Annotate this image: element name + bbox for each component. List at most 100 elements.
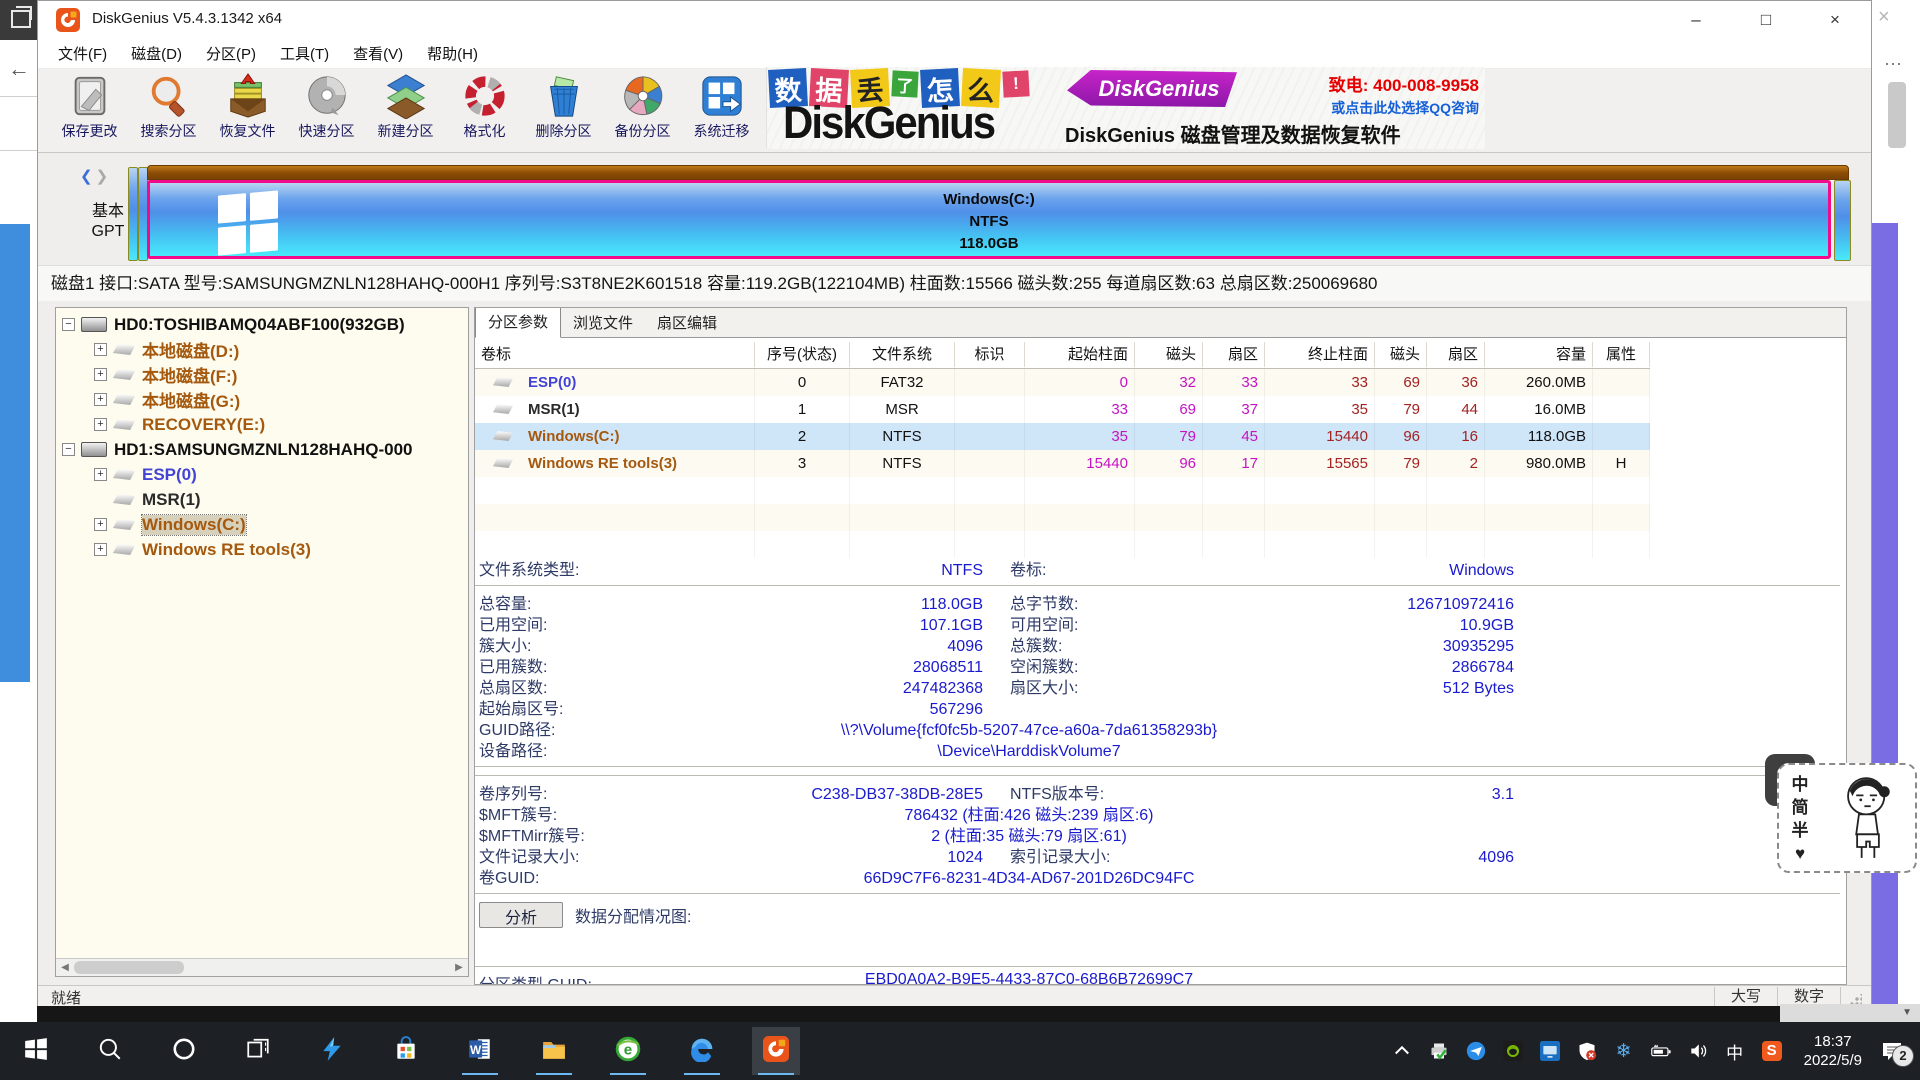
scroll-right-icon[interactable]: ▶ <box>450 959 468 976</box>
scrollbar-thumb[interactable] <box>74 961 184 974</box>
expand-icon[interactable]: + <box>94 343 107 356</box>
taskbar-edge[interactable] <box>678 1027 726 1075</box>
menu-item-5[interactable]: 帮助(H) <box>427 43 478 64</box>
tree-item[interactable]: MSR(1) <box>56 487 468 512</box>
tree-item[interactable]: − HD0:TOSHIBAMQ04ABF100(932GB) <box>56 312 468 337</box>
tray-chevron-icon[interactable] <box>1391 1040 1413 1062</box>
expand-icon[interactable]: + <box>94 393 107 406</box>
column-header[interactable]: 卷标 <box>475 342 755 367</box>
toolbar-new-partition-button[interactable]: 新建分区 <box>366 69 445 149</box>
nvidia-icon[interactable] <box>1502 1040 1524 1062</box>
taskbar-browser-360[interactable]: e <box>604 1027 652 1075</box>
toolbar-save-changes-button[interactable]: 保存更改 <box>50 69 129 149</box>
scrollbar-track[interactable] <box>74 959 450 977</box>
taskbar-cortana[interactable] <box>160 1027 208 1075</box>
partition-block-windows-re[interactable] <box>1834 180 1851 261</box>
toolbar-recover-files-button[interactable]: 恢复文件 <box>208 69 287 149</box>
toolbar-backup-partition-button[interactable]: 备份分区 <box>603 69 682 149</box>
column-header[interactable]: 起始柱面 <box>1025 342 1135 367</box>
background-scrollbar-thumb[interactable] <box>1888 82 1906 148</box>
tree-item[interactable]: + 本地磁盘(D:) <box>56 337 468 362</box>
table-row[interactable]: ESP(0)0FAT3203233336936260.0MB <box>475 369 1650 396</box>
ime-mode-label[interactable]: 中 <box>1792 773 1809 796</box>
column-header[interactable]: 序号(状态) <box>755 342 850 367</box>
tree-item[interactable]: + Windows RE tools(3) <box>56 537 468 562</box>
column-header[interactable]: 属性 <box>1593 342 1650 367</box>
volume-name-cell[interactable]: Windows(C:) <box>475 423 755 450</box>
ime-language-indicator[interactable]: 中 <box>1724 1040 1746 1062</box>
table-row[interactable]: MSR(1)1MSR33693735794416.0MB <box>475 396 1650 423</box>
security-shield-icon[interactable] <box>1576 1040 1598 1062</box>
tab-1[interactable]: 浏览文件 <box>561 311 645 337</box>
menu-item-4[interactable]: 查看(V) <box>353 43 403 64</box>
ime-mode-label[interactable]: 简 <box>1792 796 1809 819</box>
ime-floating-widget[interactable]: 中简半♥ <box>1777 760 1919 875</box>
column-header[interactable]: 磁头 <box>1375 342 1427 367</box>
table-row[interactable]: Windows(C:)2NTFS357945154409616118.0GB <box>475 423 1650 450</box>
close-button[interactable]: × <box>1813 5 1857 35</box>
taskbar-flash-app[interactable] <box>308 1027 356 1075</box>
volume-name-cell[interactable]: MSR(1) <box>475 396 755 423</box>
volume-icon[interactable] <box>1687 1040 1709 1062</box>
analyze-button[interactable]: 分析 <box>479 902 563 928</box>
toolbar-search-partition-button[interactable]: 搜索分区 <box>129 69 208 149</box>
volume-name-cell[interactable]: ESP(0) <box>475 369 755 396</box>
expand-icon[interactable]: + <box>94 468 107 481</box>
taskbar-word[interactable]: W <box>456 1027 504 1075</box>
snowflake-icon[interactable]: ❄ <box>1613 1040 1635 1062</box>
taskbar-file-explorer[interactable] <box>530 1027 578 1075</box>
tree-horizontal-scrollbar[interactable]: ◀ ▶ <box>56 958 468 977</box>
printer-icon[interactable] <box>1428 1040 1450 1062</box>
volume-name-cell[interactable]: Windows RE tools(3) <box>475 450 755 477</box>
tree-item[interactable]: + RECOVERY(E:) <box>56 412 468 437</box>
column-header[interactable]: 扇区 <box>1203 342 1265 367</box>
banner-qq-link[interactable]: 或点击此处选择QQ咨询 <box>1287 98 1479 118</box>
ime-mode-label[interactable]: 半 <box>1792 819 1809 842</box>
table-row[interactable]: Windows RE tools(3)3NTFS1544096171556579… <box>475 450 1650 477</box>
column-header[interactable]: 扇区 <box>1427 342 1485 367</box>
taskbar-clock[interactable]: 18:37 2022/5/9 <box>1804 1032 1862 1070</box>
tree-item[interactable]: + 本地磁盘(G:) <box>56 387 468 412</box>
tab-0[interactable]: 分区参数 <box>475 307 561 338</box>
column-header[interactable]: 磁头 <box>1135 342 1203 367</box>
expand-icon[interactable]: + <box>94 418 107 431</box>
ime-mode-label[interactable]: ♥ <box>1795 842 1805 865</box>
tree-item[interactable]: + ESP(0) <box>56 462 468 487</box>
collapse-icon[interactable]: − <box>62 318 75 331</box>
toolbar-quick-partition-button[interactable]: 快速分区 <box>287 69 366 149</box>
column-header[interactable]: 容量 <box>1485 342 1593 367</box>
expand-icon[interactable]: + <box>94 518 107 531</box>
expand-icon[interactable]: + <box>94 368 107 381</box>
column-header[interactable]: 文件系统 <box>850 342 955 367</box>
expand-icon[interactable]: + <box>94 543 107 556</box>
next-disk-icon[interactable]: ❯ <box>96 168 109 185</box>
toolbar-format-button[interactable]: 格式化 <box>445 69 524 149</box>
taskbar-store[interactable] <box>382 1027 430 1075</box>
intel-graphics-icon[interactable] <box>1539 1040 1561 1062</box>
battery-icon[interactable] <box>1650 1040 1672 1062</box>
taskbar-search[interactable] <box>86 1027 134 1075</box>
collapse-icon[interactable]: − <box>62 443 75 456</box>
disk-nav-arrows[interactable]: ❮❯ <box>80 167 108 185</box>
taskbar-start-button[interactable] <box>12 1027 60 1075</box>
taskbar-diskgenius[interactable] <box>752 1027 800 1075</box>
ad-banner[interactable]: 数据丢了怎么! DiskGenius DiskGenius 致电: 400-00… <box>766 67 1485 149</box>
tab-2[interactable]: 扇区编辑 <box>645 311 729 337</box>
notification-center-icon[interactable]: 2 <box>1880 1039 1906 1063</box>
tree-item[interactable]: + Windows(C:) <box>56 512 468 537</box>
column-header[interactable]: 标识 <box>955 342 1025 367</box>
scroll-left-icon[interactable]: ◀ <box>56 959 74 976</box>
menu-item-3[interactable]: 工具(T) <box>280 43 329 64</box>
minimize-button[interactable]: – <box>1674 5 1718 35</box>
toolbar-delete-partition-button[interactable]: 删除分区 <box>524 69 603 149</box>
menu-item-0[interactable]: 文件(F) <box>58 43 107 64</box>
prev-disk-icon[interactable]: ❮ <box>80 168 93 185</box>
messenger-icon[interactable] <box>1465 1040 1487 1062</box>
tree-item[interactable]: + 本地磁盘(F:) <box>56 362 468 387</box>
tree-item[interactable]: − HD1:SAMSUNGMZNLN128HAHQ-000 <box>56 437 468 462</box>
menu-item-1[interactable]: 磁盘(D) <box>131 43 182 64</box>
toolbar-system-migration-button[interactable]: 系统迁移 <box>682 69 761 149</box>
back-arrow-icon[interactable]: ← <box>8 56 30 82</box>
sogou-input-icon[interactable]: S <box>1762 1041 1782 1061</box>
partition-block-esp[interactable] <box>128 167 138 261</box>
